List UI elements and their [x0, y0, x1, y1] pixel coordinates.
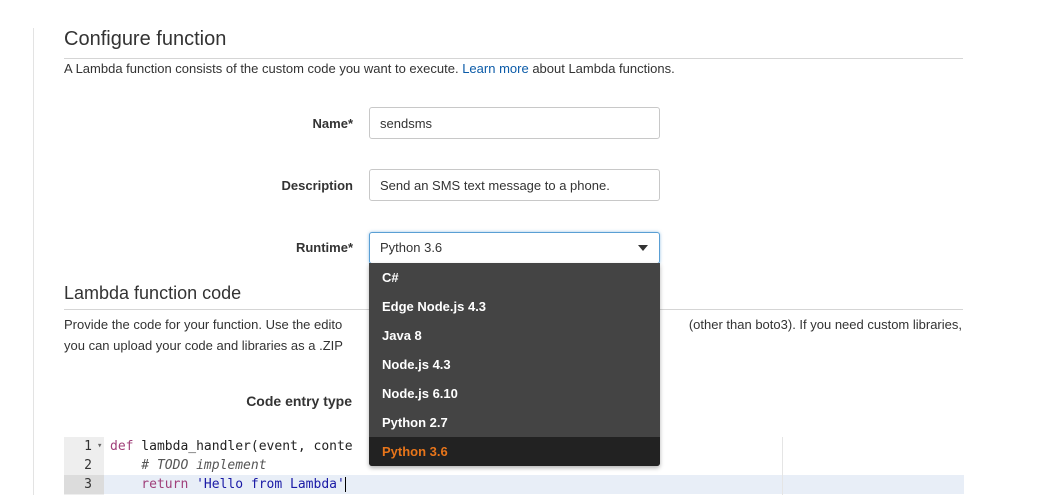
runtime-option[interactable]: C#: [369, 263, 660, 292]
runtime-option[interactable]: Python 2.7: [369, 408, 660, 437]
left-border: [33, 28, 34, 495]
line-number: 3: [64, 475, 104, 494]
code-section-title: Lambda function code: [64, 283, 242, 303]
description-label: Description: [281, 178, 353, 193]
code-desc-line2: you can upload your code and libraries a…: [64, 338, 343, 353]
runtime-selected-value: Python 3.6: [380, 240, 443, 255]
keyword: def: [110, 439, 134, 454]
keyword: return: [110, 477, 189, 492]
runtime-select[interactable]: Python 3.6: [369, 232, 660, 264]
runtime-label: Runtime*: [295, 240, 353, 255]
code-entry-type-label: Code entry type: [246, 393, 352, 409]
runtime-option[interactable]: Node.js 4.3: [369, 350, 660, 379]
code-line-3[interactable]: 3 return 'Hello from Lambda': [64, 475, 964, 494]
description-input[interactable]: [369, 169, 660, 201]
runtime-option[interactable]: Edge Node.js 4.3: [369, 292, 660, 321]
code-comment: # TODO implement: [110, 458, 267, 473]
code-text: lambda_handler(event, conte: [133, 439, 353, 454]
runtime-option[interactable]: Node.js 6.10: [369, 379, 660, 408]
code-desc-line1: Provide the code for your function. Use …: [64, 317, 343, 332]
line-number: 2: [84, 458, 92, 473]
code-string: 'Hello from Lambda': [188, 477, 345, 492]
runtime-option[interactable]: Java 8: [369, 321, 660, 350]
name-label: Name*: [312, 116, 353, 131]
editor-print-margin: [782, 437, 783, 495]
configure-description-text: A Lambda function consists of the custom…: [64, 61, 459, 76]
name-input[interactable]: [369, 107, 660, 139]
runtime-dropdown-menu: C# Edge Node.js 4.3 Java 8 Node.js 4.3 Node.…: [369, 263, 660, 466]
fold-arrow-icon[interactable]: ▾: [97, 437, 102, 456]
caret-down-icon: [638, 245, 648, 251]
configure-description-suffix: about Lambda functions.: [532, 61, 675, 76]
learn-more-link[interactable]: Learn more: [462, 61, 528, 76]
runtime-option[interactable]: Python 3.6: [369, 437, 660, 466]
code-desc-line1-end: (other than boto3). If you need custom l…: [688, 317, 962, 332]
configure-description: A Lambda function consists of the custom…: [64, 58, 675, 80]
configure-function-title: Configure function: [64, 28, 227, 50]
text-cursor: [344, 477, 346, 492]
